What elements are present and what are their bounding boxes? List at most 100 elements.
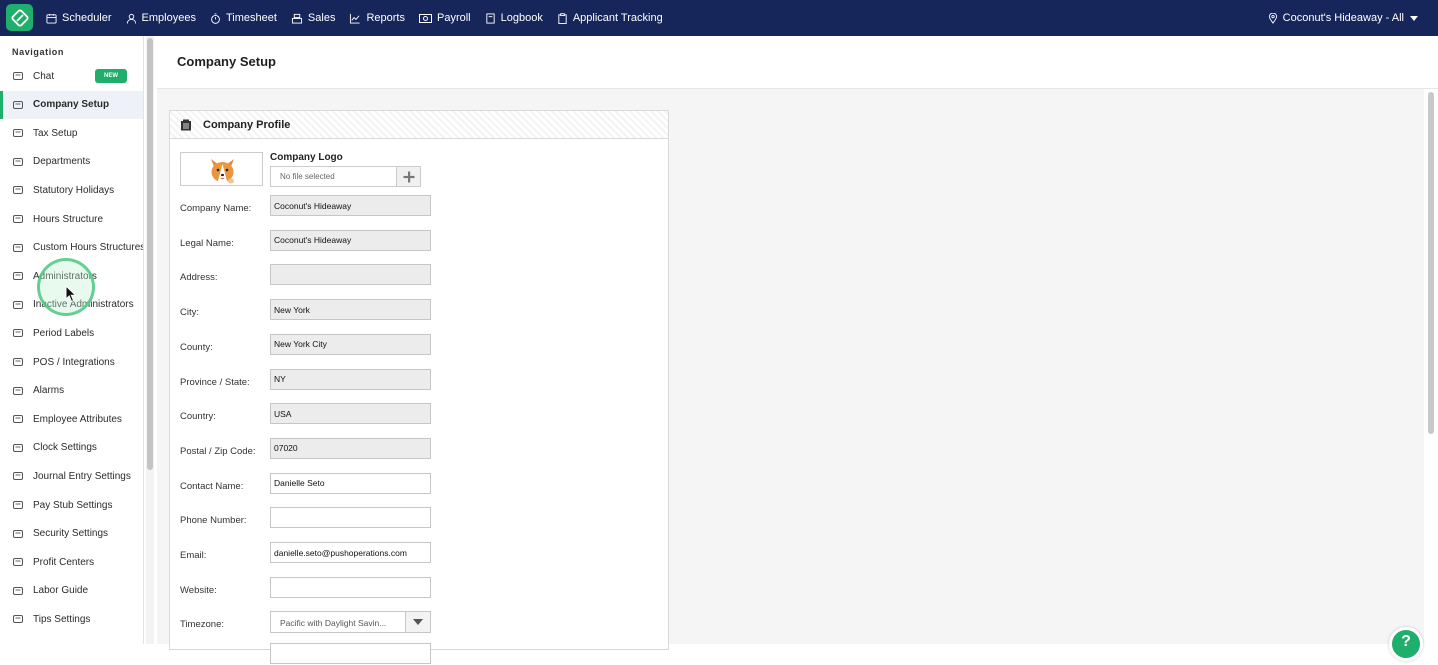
- next-field[interactable]: [270, 643, 431, 664]
- email-label: Email:: [180, 550, 207, 561]
- clipboard-icon: [558, 12, 567, 24]
- sidebar-item-clock-settings[interactable]: Clock Settings: [0, 434, 143, 462]
- sidebar-item-label: Profit Centers: [33, 556, 95, 568]
- timezone-select[interactable]: Pacific with Daylight Savin...: [270, 611, 431, 633]
- tips-icon: [13, 615, 23, 624]
- city-label: City:: [180, 307, 199, 319]
- sidebar-item-statutory-holidays[interactable]: Statutory Holidays: [0, 176, 143, 204]
- scrollbar-thumb[interactable]: [1428, 92, 1434, 434]
- sidebar-item-label: Chat: [33, 70, 55, 82]
- sidebar-item-tips-settings[interactable]: Tips Settings: [0, 605, 143, 633]
- contact-name-row: Contact Name:: [170, 472, 668, 495]
- sidebar-item-hours-structure[interactable]: Hours Structure: [0, 205, 143, 233]
- logo-file-input[interactable]: No file selected: [270, 166, 397, 187]
- main-content: Company Setup Company Profile Company Lo…: [157, 36, 1438, 664]
- county-input[interactable]: [270, 333, 431, 355]
- sidebar-item-labor-guide[interactable]: Labor Guide: [0, 577, 143, 605]
- company-name-row: Company Name:: [170, 195, 668, 217]
- register-icon: [291, 13, 302, 24]
- content-scrollbar[interactable]: [1424, 89, 1438, 644]
- sidebar-item-label: Alarms: [33, 385, 65, 397]
- add-logo-button[interactable]: [396, 166, 421, 187]
- province-state-row: Province / State:: [170, 368, 668, 391]
- corgi-logo-icon: [211, 159, 234, 184]
- app-logo[interactable]: [6, 4, 33, 31]
- map-pin-icon: [1268, 12, 1277, 24]
- sidebar-item-alarms[interactable]: Alarms: [0, 377, 143, 405]
- sidebar-item-label: Statutory Holidays: [33, 184, 115, 196]
- admin-icon: [13, 272, 23, 281]
- chart-line-icon: [350, 13, 361, 24]
- sidebar-scrollbar[interactable]: [146, 36, 154, 644]
- sidebar-item-chat[interactable]: Chat NEW: [0, 62, 143, 90]
- sidebar-item-journal-entry-settings[interactable]: Journal Entry Settings: [0, 462, 143, 490]
- book-icon: [485, 12, 495, 24]
- timezone-row: Timezone: Pacific with Daylight Savin...: [170, 611, 668, 633]
- website-input[interactable]: [270, 576, 431, 598]
- sidebar-item-company-setup[interactable]: Company Setup: [0, 90, 143, 119]
- company-name-input[interactable]: [270, 195, 431, 216]
- sidebar-item-label: Employee Attributes: [33, 413, 122, 425]
- mouse-cursor-icon: [65, 285, 77, 303]
- address-input[interactable]: [270, 264, 431, 286]
- province-state-label: Province / State:: [180, 376, 250, 388]
- inactive-admin-icon: [13, 300, 23, 309]
- departments-icon: [13, 157, 23, 166]
- sidebar-item-profit-centers[interactable]: Profit Centers: [0, 548, 143, 576]
- next-row-partial: [170, 643, 668, 665]
- sidebar-item-custom-hours-structures[interactable]: Custom Hours Structures: [0, 234, 143, 262]
- company-name-label: Company Name:: [180, 203, 252, 214]
- topnav-sales[interactable]: Sales: [291, 12, 335, 24]
- stopwatch-icon: [211, 12, 220, 24]
- sidebar-item-label: Pay Stub Settings: [33, 499, 113, 511]
- holiday-icon: [13, 186, 23, 195]
- county-label: County:: [180, 341, 213, 353]
- person-icon: [126, 13, 136, 24]
- phone-number-label: Phone Number:: [180, 515, 247, 527]
- sidebar-item-label: Security Settings: [33, 528, 109, 540]
- sidebar-item-departments[interactable]: Departments: [0, 148, 143, 176]
- tax-icon: [13, 129, 23, 138]
- topnav-logbook[interactable]: Logbook: [485, 12, 543, 24]
- city-input[interactable]: [270, 299, 431, 321]
- contact-name-input[interactable]: [270, 472, 431, 494]
- sidebar-item-tax-setup[interactable]: Tax Setup: [0, 119, 143, 147]
- topnav-label: Applicant Tracking: [572, 12, 663, 24]
- timezone-dropdown-button[interactable]: [405, 612, 430, 632]
- location-selector[interactable]: Coconut's Hideaway - All: [1268, 0, 1418, 36]
- topnav-employees[interactable]: Employees: [126, 12, 196, 24]
- phone-number-input[interactable]: [270, 507, 431, 529]
- top-navigation-bar: Scheduler Employees Timesheet Sales Repo…: [0, 0, 1438, 36]
- topnav-applicant-tracking[interactable]: Applicant Tracking: [557, 12, 663, 24]
- caret-down-icon: [413, 619, 423, 625]
- sidebar-item-period-labels[interactable]: Period Labels: [0, 319, 143, 347]
- journal-icon: [13, 472, 23, 481]
- sidebar-item-label: Hours Structure: [33, 213, 104, 225]
- topnav-scheduler[interactable]: Scheduler: [46, 12, 112, 24]
- sidebar-item-label: Labor Guide: [33, 585, 89, 597]
- sidebar-item-label: Period Labels: [33, 327, 95, 339]
- profit-icon: [13, 558, 23, 567]
- sidebar-item-label: Clock Settings: [33, 442, 97, 454]
- province-state-input[interactable]: [270, 368, 431, 390]
- postal-zip-code-input[interactable]: [270, 437, 431, 459]
- email-input[interactable]: [270, 542, 431, 563]
- topnav-payroll[interactable]: Payroll: [418, 12, 471, 24]
- scrollbar-thumb[interactable]: [147, 38, 153, 470]
- legal-name-input[interactable]: [270, 229, 431, 251]
- sidebar-item-pay-stub-settings[interactable]: Pay Stub Settings: [0, 491, 143, 519]
- sidebar-item-security-settings[interactable]: Security Settings: [0, 520, 143, 548]
- sidebar-item-employee-attributes[interactable]: Employee Attributes: [0, 405, 143, 433]
- timezone-label: Timezone:: [180, 619, 224, 630]
- topnav-label: Payroll: [436, 12, 471, 24]
- country-input[interactable]: [270, 403, 431, 425]
- topnav-timesheet[interactable]: Timesheet: [210, 12, 277, 24]
- page-header: Company Setup: [157, 36, 1438, 89]
- help-button[interactable]: ?: [1389, 627, 1423, 661]
- sidebar-item-pos-integrations[interactable]: POS / Integrations: [0, 348, 143, 376]
- hours-icon: [13, 215, 23, 223]
- topnav-label: Reports: [366, 12, 405, 24]
- phone-number-row: Phone Number:: [170, 507, 668, 529]
- topnav-reports[interactable]: Reports: [349, 12, 405, 24]
- custom-hours-icon: [13, 243, 23, 252]
